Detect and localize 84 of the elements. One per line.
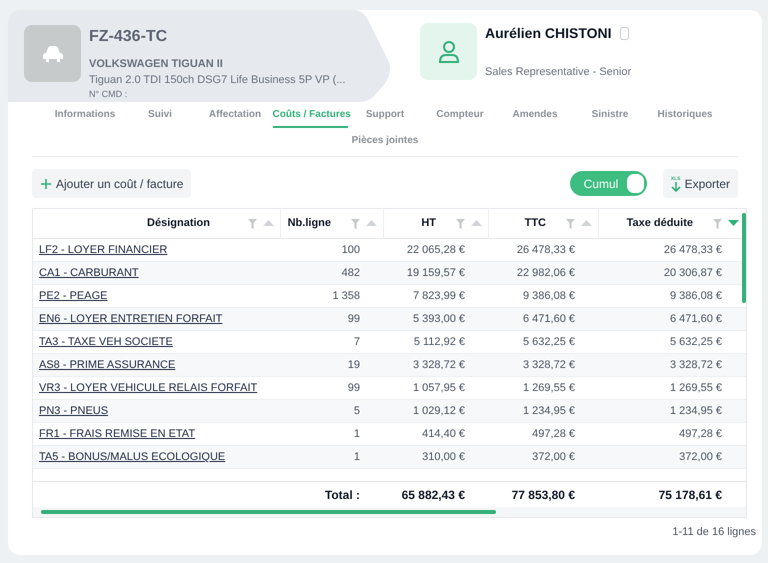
table-cell-text: 372,00 €: [532, 450, 575, 465]
cost-link[interactable]: EN6 - LOYER ENTRETIEN FORFAIT: [39, 310, 222, 328]
table-cell-text: 1 057,95 €: [413, 380, 465, 396]
table-cell-text: 22 065,28 €: [406, 242, 465, 258]
sort-icon[interactable]: [366, 220, 377, 227]
sort-icon[interactable]: [263, 220, 274, 227]
table-cell-text: 497,28 €: [679, 426, 722, 442]
table-cell-text: 5: [354, 404, 360, 419]
table-cell-text: 7: [354, 334, 360, 350]
horizontal-scrollbar[interactable]: [33, 507, 746, 517]
phone-icon[interactable]: [620, 27, 629, 40]
plus-icon: [40, 178, 52, 190]
user-icon: [420, 23, 477, 80]
filter-icon[interactable]: [566, 218, 575, 228]
table-cell-text: 9 386,08 €: [523, 288, 575, 304]
table-cell-text: 372,00 €: [679, 450, 722, 465]
table-cell-text: 1: [354, 450, 360, 465]
total-cell-text: Total :: [324, 486, 360, 504]
driver-role: Sales Representative - Senior: [485, 65, 632, 80]
table-cell-text: 3 328,72 €: [670, 358, 722, 373]
cost-link[interactable]: CA1 - CARBURANT: [39, 264, 139, 282]
driver-name: Aurélien CHISTONI: [485, 24, 612, 43]
table-cell-text: 100: [342, 242, 360, 258]
sort-icon[interactable]: [728, 220, 739, 227]
plate-number: FZ-436-TC: [89, 27, 168, 47]
table-cell-text: 99: [348, 312, 360, 327]
table-cell-text: 6 471,60 €: [670, 312, 722, 327]
add-cost-button[interactable]: Ajouter un coût / facture: [32, 169, 192, 198]
table-cell-text: 310,00 €: [422, 450, 465, 465]
cost-link[interactable]: PN3 - PNEUS: [39, 402, 108, 420]
table-cell-text: 482: [342, 266, 360, 281]
column-header[interactable]: Désignation: [147, 215, 210, 232]
sort-icon[interactable]: [471, 220, 482, 227]
table-cell-text: 9 386,08 €: [670, 288, 722, 304]
total-cell-text: 77 853,80 €: [512, 486, 575, 504]
column-header[interactable]: TTC: [524, 215, 546, 232]
table-cell-text: 1 269,55 €: [523, 380, 575, 396]
column-header[interactable]: Taxe déduite: [626, 215, 693, 232]
filter-icon[interactable]: [713, 218, 722, 228]
table-cell-text: 22 982,06 €: [516, 266, 575, 281]
download-icon: [670, 182, 681, 192]
cost-link[interactable]: PE2 - PEAGE: [39, 288, 108, 304]
car-icon: [24, 25, 81, 82]
table-cell-text: 7 823,99 €: [413, 288, 465, 304]
cost-link[interactable]: VR3 - LOYER VEHICULE RELAIS FORFAIT: [39, 380, 258, 396]
column-header[interactable]: Nb.ligne: [288, 215, 331, 232]
cost-link[interactable]: TA3 - TAXE VEH SOCIETE: [39, 334, 173, 350]
table-cell-text: 497,28 €: [532, 426, 575, 442]
table-cell-text: 1 269,55 €: [670, 380, 722, 396]
table-cell-text: 1 358: [332, 288, 360, 304]
table-cell-text: 1 029,12 €: [413, 404, 465, 419]
table-cell-text: 5 632,25 €: [670, 334, 722, 350]
cost-link[interactable]: LF2 - LOYER FINANCIER: [39, 242, 168, 258]
table-cell-text: 1: [354, 426, 360, 442]
table-cell-text: 1 234,95 €: [523, 404, 575, 419]
table-cell-text: 19 159,57 €: [406, 266, 465, 281]
table-cell-text: 3 328,72 €: [523, 358, 575, 373]
cost-link[interactable]: AS8 - PRIME ASSURANCE: [39, 356, 176, 374]
table-cell-text: 6 471,60 €: [523, 312, 575, 327]
vehicle-version: Tiguan 2.0 TDI 150ch DSG7 Life Business 5P VP (...: [89, 73, 346, 88]
vertical-scrollbar[interactable]: [742, 213, 746, 303]
cost-link[interactable]: FR1 - FRAIS REMISE EN ETAT: [39, 426, 196, 442]
order-label: N° CMD :: [89, 88, 128, 100]
filter-icon[interactable]: [456, 218, 465, 228]
table-cell-text: 20 306,87 €: [664, 266, 722, 281]
table-cell-text: 1 234,95 €: [670, 404, 722, 419]
table-cell-text: 3 328,72 €: [413, 358, 465, 373]
table-cell-text: 26 478,33 €: [664, 242, 722, 258]
pagination-info: 1-11 de 16 lignes: [672, 525, 756, 540]
table-cell-text: 5 393,00 €: [413, 312, 465, 327]
table-cell-text: 19: [348, 358, 360, 373]
table-cell-text: 99: [348, 380, 360, 396]
table-cell-text: 5 632,25 €: [523, 334, 575, 350]
total-cell-text: 75 178,61 €: [658, 486, 722, 504]
table-cell-text: 5 112,92 €: [414, 334, 465, 350]
column-header[interactable]: HT: [421, 215, 436, 232]
vehicle-model: VOLKSWAGEN TIGUAN II: [89, 57, 224, 72]
filter-icon[interactable]: [351, 218, 360, 228]
cost-link[interactable]: TA5 - BONUS/MALUS ECOLOGIQUE: [39, 448, 226, 466]
table-cell-text: 414,40 €: [422, 426, 465, 442]
total-cell-text: 65 882,43 €: [402, 486, 465, 504]
table-cell-text: 26 478,33 €: [516, 242, 575, 258]
sort-icon[interactable]: [581, 220, 592, 227]
filter-icon[interactable]: [248, 218, 257, 228]
